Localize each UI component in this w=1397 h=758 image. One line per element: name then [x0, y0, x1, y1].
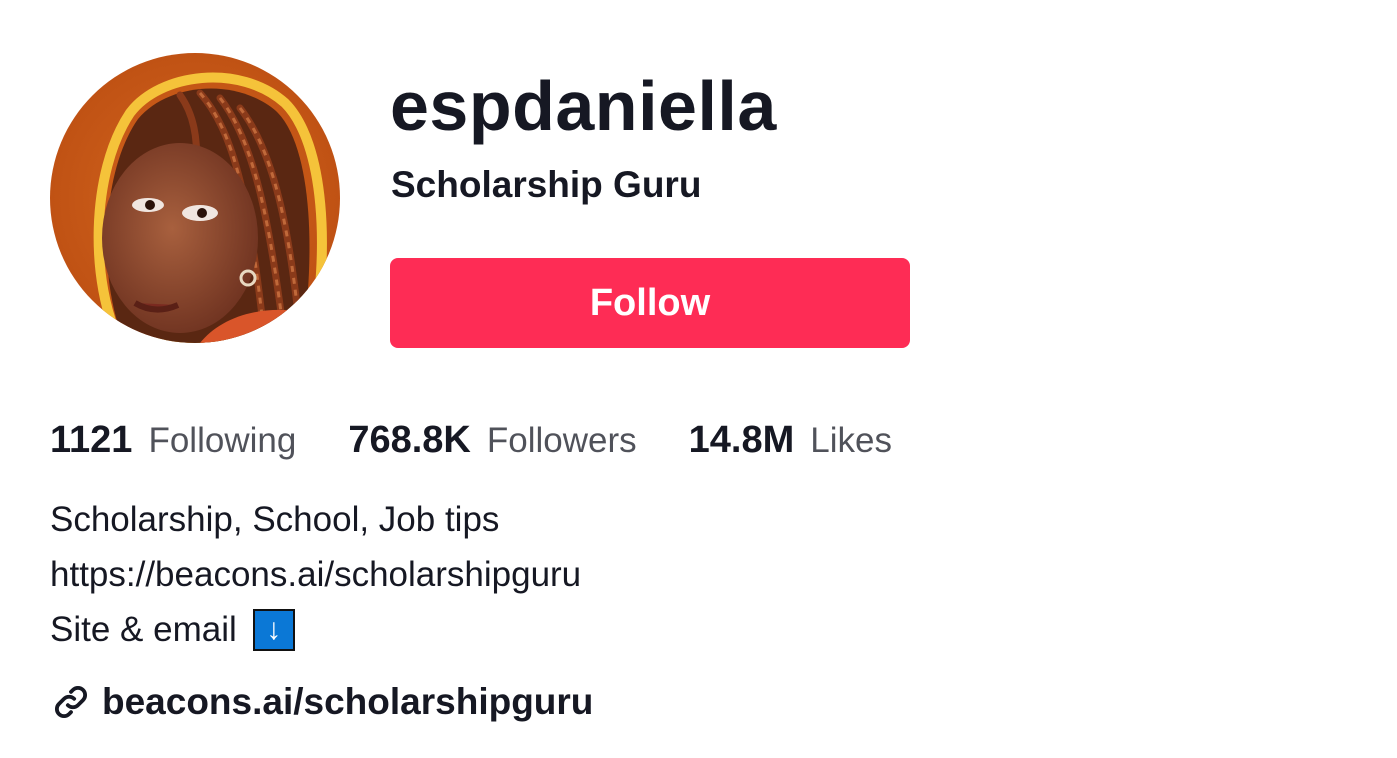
- profile-page: espdaniella Scholarship Guru Follow 1121…: [0, 0, 1397, 758]
- followers-count: 768.8K: [348, 418, 471, 461]
- profile-stats: 1121 Following 768.8K Followers 14.8M Li…: [50, 412, 944, 468]
- bio-line-1: Scholarship, School, Job tips: [50, 500, 500, 539]
- username: espdaniella: [390, 67, 777, 145]
- follow-button[interactable]: Follow: [390, 258, 910, 348]
- down-arrow-emoji-icon: ↓: [252, 608, 295, 651]
- bio: Scholarship, School, Job tips https://be…: [50, 492, 581, 657]
- avatar[interactable]: [50, 53, 340, 343]
- stat-likes: 14.8M Likes: [689, 419, 892, 462]
- likes-count: 14.8M: [688, 418, 795, 461]
- nickname: Scholarship Guru: [391, 164, 702, 205]
- stat-following[interactable]: 1121 Following: [50, 419, 296, 462]
- bio-line-3-text: Site & email: [50, 610, 237, 649]
- followers-label: Followers: [486, 420, 637, 460]
- stat-followers[interactable]: 768.8K Followers: [348, 419, 636, 462]
- following-count: 1121: [50, 418, 133, 461]
- bio-line-3: Site & email ↓: [50, 602, 581, 657]
- following-label: Following: [148, 420, 297, 460]
- bio-link[interactable]: beacons.ai/scholarshipguru: [52, 676, 593, 728]
- likes-label: Likes: [810, 420, 892, 460]
- avatar-image: [50, 53, 340, 343]
- bio-line-2: https://beacons.ai/scholarshipguru: [50, 555, 582, 594]
- link-icon: [52, 683, 90, 721]
- bio-link-text[interactable]: beacons.ai/scholarshipguru: [102, 681, 593, 723]
